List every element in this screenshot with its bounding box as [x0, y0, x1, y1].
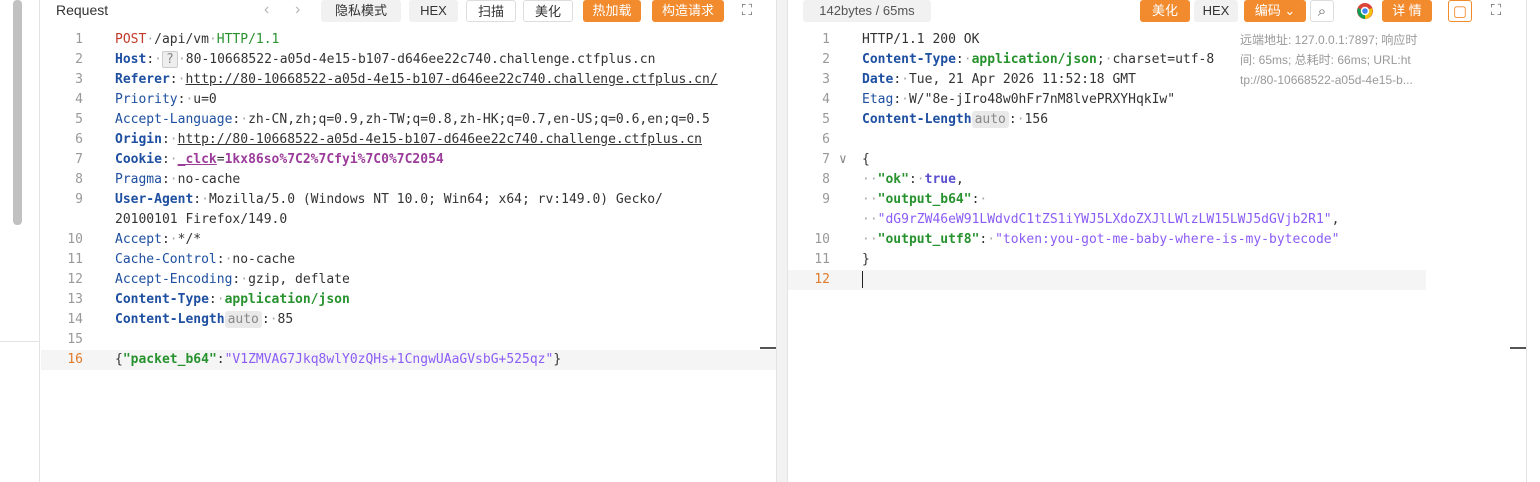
code-line: 7 ∨{: [788, 150, 1426, 170]
response-beautify-button[interactable]: 美化: [1140, 0, 1190, 22]
code-line: 8 Pragma:·no-cache: [75, 172, 241, 187]
request-toolbar: Request ‹ › 隐私模式 HEX 扫描 美化 热加载 构造请求 ⛶: [41, 0, 776, 22]
auto-badge[interactable]: auto: [224, 311, 262, 328]
beautify-button[interactable]: 美化: [523, 0, 573, 22]
forward-arrow-icon[interactable]: ›: [295, 0, 300, 20]
left-sidebar: [0, 0, 40, 482]
response-stats: 142bytes / 65ms: [803, 0, 931, 22]
encoding-label: 编码: [1254, 3, 1281, 18]
code-line: 2 Host:·? ·80-10668522-a05d-4e15-b107-d646…: [75, 51, 656, 68]
help-badge[interactable]: ?: [161, 51, 178, 68]
code-line: 4 Priority:·u=0: [75, 92, 217, 107]
response-hex-button[interactable]: HEX: [1194, 0, 1238, 22]
code-line: 5 Accept-Language:·zh-CN,zh;q=0.9,zh-TW;q…: [75, 112, 710, 127]
detail-button[interactable]: 详 情: [1382, 0, 1432, 22]
code-line-active: 12: [788, 270, 1426, 290]
splitter-handle[interactable]: [760, 347, 776, 349]
request-pane: Request ‹ › 隐私模式 HEX 扫描 美化 热加载 构造请求 ⛶ 1P…: [41, 0, 776, 482]
response-editor[interactable]: 1 HTTP/1.1 200 OK 2 Content-Type:·applicat…: [788, 30, 1426, 482]
hotload-button[interactable]: 热加载: [583, 0, 641, 22]
request-editor[interactable]: 1 POST·/api/vm·HTTP/1.1 2 Host:·? ·80-10668…: [41, 30, 776, 482]
code-line: 3 Referer:·http://80-10668522-a05d-4e15-b…: [75, 72, 718, 87]
splitter-handle[interactable]: [1510, 347, 1526, 349]
code-line: 8 ··"ok":·true,: [822, 172, 964, 187]
code-line: 10 Accept:·*/*: [67, 232, 202, 247]
code-line: ··"dG9rZW46eW91LWdvdC1tZS1iYWJ5LXdoZXJlL…: [862, 212, 1340, 227]
response-toolbar: 142bytes / 65ms 美化 HEX 编码 ⌄ ⌕ 详 情 ▢ ⛶: [788, 0, 1526, 22]
code-line: 9 User-Agent:·Mozilla/5.0 (Windows NT 10.…: [75, 192, 663, 207]
code-line: 10 ··"output_utf8":·"token:you-got-me-bab…: [814, 232, 1340, 247]
code-line: 9 ··"output_b64":·: [822, 192, 988, 207]
expand-icon[interactable]: ⛶: [737, 0, 757, 22]
encoding-dropdown[interactable]: 编码 ⌄: [1244, 0, 1306, 22]
fold-chevron-icon[interactable]: ∨: [839, 150, 847, 170]
http-tool-window: Request ‹ › 隐私模式 HEX 扫描 美化 热加载 构造请求 ⛶ 1P…: [0, 0, 1540, 482]
code-line: 15: [67, 332, 83, 347]
right-scrollbar[interactable]: [1526, 0, 1540, 482]
code-line: 3 Date:·Tue, 21 Apr 2026 11:52:18 GMT: [822, 72, 1136, 87]
code-line: 6: [822, 132, 830, 147]
code-line: 20100101 Firefox/149.0: [115, 212, 288, 227]
code-line: 1 POST·/api/vm·HTTP/1.1: [75, 32, 280, 47]
comment-icon[interactable]: ▢: [1448, 0, 1472, 22]
search-icon[interactable]: ⌕: [1310, 0, 1334, 22]
pane-splitter[interactable]: [776, 0, 788, 482]
scan-button[interactable]: 扫描: [466, 0, 516, 22]
request-title: Request: [56, 2, 109, 18]
sidebar-scrollbar[interactable]: [13, 0, 22, 225]
code-line: 1 HTTP/1.1 200 OK: [822, 32, 980, 47]
code-line: 13 Content-Type:·application/json: [67, 292, 350, 307]
code-line-active: 16 {"packet_b64":"V1ZMVAG7Jkq8wlY0zQHs+1C…: [41, 350, 776, 370]
chevron-down-icon: ⌄: [1284, 3, 1296, 18]
text-cursor: [862, 271, 863, 288]
sidebar-divider: [0, 341, 40, 342]
code-line: 2 Content-Type:·application/json;·charset…: [822, 52, 1215, 67]
code-line: 14 Content-Length auto:·85: [67, 311, 294, 328]
code-line: 11}: [814, 252, 870, 267]
expand-icon[interactable]: ⛶: [1486, 0, 1506, 22]
back-arrow-icon[interactable]: ‹: [264, 0, 269, 20]
code-line: 5 Content-Length auto:·156: [822, 111, 1049, 128]
code-line: 4 Etag:·W/"8e-jIro48w0hFr7nM8lvePRXYHqkIw…: [822, 92, 1176, 107]
code-line: 7 Cookie:·_clck=1kx86so%7C2%7Cfyi%7C0%7C2…: [75, 152, 444, 167]
code-line: 6 Origin:·http://80-10668522-a05d-4e15-b1…: [75, 132, 703, 147]
hex-button[interactable]: HEX: [409, 0, 458, 22]
construct-request-button[interactable]: 构造请求: [652, 0, 724, 22]
code-line: 12 Accept-Encoding:·gzip, deflate: [67, 272, 350, 287]
private-mode-button[interactable]: 隐私模式: [321, 0, 401, 22]
response-pane: 142bytes / 65ms 美化 HEX 编码 ⌄ ⌕ 详 情 ▢ ⛶ 远端…: [788, 0, 1526, 482]
chrome-icon[interactable]: [1354, 0, 1376, 22]
auto-badge[interactable]: auto: [971, 111, 1009, 128]
code-line: 11 Cache-Control:·no-cache: [67, 252, 296, 267]
